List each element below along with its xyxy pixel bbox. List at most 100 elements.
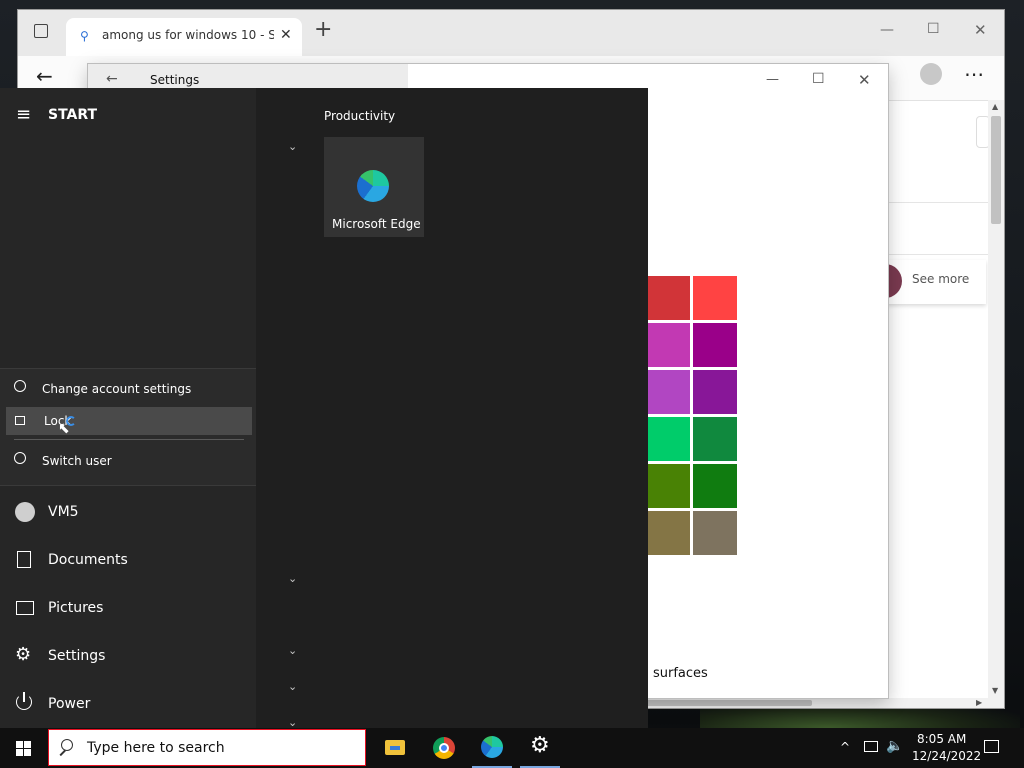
start-menu-expand-icon[interactable]: ≡ [16, 105, 31, 125]
scroll-right-icon[interactable]: ▶ [976, 698, 982, 707]
tab-title: among us for windows 10 - Sear [102, 28, 274, 42]
notifications-icon[interactable] [984, 740, 999, 753]
accent-color-swatch[interactable] [693, 370, 737, 414]
settings-minimize-button[interactable]: — [766, 72, 779, 87]
menu-item-switch-user[interactable]: Switch user [6, 447, 252, 475]
clock-time: 8:05 AM [917, 732, 967, 746]
nav-documents[interactable]: Documents [0, 540, 256, 580]
browser-back-button[interactable]: ← [36, 64, 53, 88]
browser-minimize-button[interactable]: — [880, 22, 894, 38]
chrome-icon-center [439, 743, 449, 753]
scrollbar-thumb[interactable] [991, 116, 1001, 224]
taskbar-file-explorer[interactable] [376, 728, 416, 768]
tile-label: Microsoft Edge [332, 217, 421, 231]
start-menu: ≡ START VM5 Documents Pictures ⚙ Setting… [0, 88, 648, 729]
network-icon[interactable] [864, 741, 878, 752]
settings-back-button[interactable]: ← [106, 71, 118, 87]
mouse-cursor-icon: ⬉ [58, 421, 70, 437]
settings-title: Settings [150, 73, 200, 87]
menu-item-label: Switch user [42, 454, 112, 468]
person-settings-icon [14, 380, 26, 392]
accent-color-swatch[interactable] [693, 417, 737, 461]
horizontal-scrollbar[interactable]: ▶ [638, 698, 988, 708]
account-popup-menu: Change account settings Lock ⬉ Switch us… [0, 368, 258, 486]
result-divider [888, 202, 988, 203]
taskbar-settings[interactable]: ⚙ [520, 728, 560, 768]
avatar-icon [15, 502, 35, 522]
taskbar: Type here to search ⚙ ^ 🔈 8:05 AM 12/24/… [0, 728, 1024, 768]
nav-user-label: VM5 [48, 504, 79, 520]
chevron-down-icon[interactable]: ⌄ [288, 644, 297, 657]
gear-icon: ⚙ [15, 644, 32, 665]
accent-color-swatch[interactable] [646, 276, 690, 320]
accent-color-swatch[interactable] [646, 417, 690, 461]
settings-maximize-button[interactable]: ☐ [812, 71, 825, 87]
hscrollbar-thumb[interactable] [638, 700, 812, 706]
accent-color-swatch[interactable] [693, 276, 737, 320]
taskbar-clock[interactable]: 8:05 AM 12/24/2022 [908, 728, 981, 768]
result-divider [888, 254, 988, 255]
switch-user-icon [14, 452, 26, 464]
edge-icon [481, 736, 503, 758]
more-options-button[interactable]: ⋯ [964, 62, 984, 86]
nav-power-label: Power [48, 696, 91, 712]
chevron-down-icon[interactable]: ⌄ [288, 140, 297, 153]
tab-actions-icon[interactable] [34, 24, 48, 38]
nav-power[interactable]: Power [0, 684, 256, 724]
vertical-scrollbar[interactable]: ▲ ▼ [988, 100, 1004, 708]
nav-pictures-label: Pictures [48, 600, 104, 616]
microsoft-edge-tile[interactable]: Microsoft Edge [324, 137, 424, 237]
accent-color-swatch[interactable] [646, 511, 690, 555]
search-placeholder: Type here to search [87, 740, 225, 756]
nav-settings-label: Settings [48, 648, 106, 664]
settings-close-button[interactable]: ✕ [858, 71, 871, 89]
lock-icon [15, 416, 25, 425]
settings-surfaces-text: surfaces [653, 666, 708, 681]
new-tab-button[interactable]: + [314, 19, 332, 41]
taskbar-chrome[interactable] [424, 728, 464, 768]
scroll-up-icon[interactable]: ▲ [992, 102, 998, 111]
pictures-icon [16, 601, 34, 615]
accent-color-swatch[interactable] [693, 511, 737, 555]
accent-color-swatch[interactable] [693, 464, 737, 508]
document-icon [17, 551, 31, 568]
menu-item-lock[interactable]: Lock ⬉ [6, 407, 252, 437]
taskbar-edge[interactable] [472, 728, 512, 768]
browser-close-button[interactable]: ✕ [974, 21, 987, 39]
search-icon: ⚲ [80, 29, 89, 43]
volume-icon[interactable]: 🔈 [886, 738, 903, 754]
see-more-card[interactable]: See more [884, 260, 986, 304]
search-icon-handle [59, 749, 66, 756]
edge-icon [357, 170, 389, 202]
browser-maximize-button[interactable]: ☐ [927, 21, 940, 37]
accent-color-swatch[interactable] [646, 464, 690, 508]
start-button[interactable] [0, 728, 48, 768]
menu-item-change-account-settings[interactable]: Change account settings [6, 375, 252, 403]
nav-settings[interactable]: ⚙ Settings [0, 636, 256, 676]
chevron-down-icon[interactable]: ⌄ [288, 680, 297, 693]
close-tab-icon[interactable]: ✕ [280, 27, 292, 43]
scroll-down-icon[interactable]: ▼ [992, 686, 998, 695]
nav-user-vm5[interactable]: VM5 [0, 492, 256, 532]
windows-logo-icon [16, 741, 23, 748]
windows-logo-icon-part [24, 749, 31, 756]
accent-color-swatch[interactable] [646, 370, 690, 414]
see-more-link[interactable]: See more [912, 272, 969, 286]
nav-documents-label: Documents [48, 552, 128, 568]
profile-avatar-icon[interactable] [920, 63, 942, 85]
search-icon [61, 739, 73, 751]
tray-overflow-chevron[interactable]: ^ [840, 740, 850, 754]
taskbar-search-box[interactable]: Type here to search [48, 729, 366, 766]
clock-date: 12/24/2022 [912, 749, 982, 763]
windows-logo-icon-part [24, 741, 31, 748]
file-explorer-icon-band [390, 746, 400, 750]
browser-tab[interactable]: ⚲ among us for windows 10 - Sear ✕ [66, 18, 302, 56]
accent-color-swatch[interactable] [646, 323, 690, 367]
menu-item-label: Change account settings [42, 382, 192, 396]
nav-pictures[interactable]: Pictures [0, 588, 256, 628]
gear-icon: ⚙ [530, 733, 550, 758]
accent-color-swatch[interactable] [693, 323, 737, 367]
start-tiles-pane: Productivity Microsoft Edge ⌄ ⌄ ⌄ ⌄ ⌄ [256, 88, 648, 729]
chevron-down-icon[interactable]: ⌄ [288, 572, 297, 585]
start-title: START [48, 107, 98, 123]
